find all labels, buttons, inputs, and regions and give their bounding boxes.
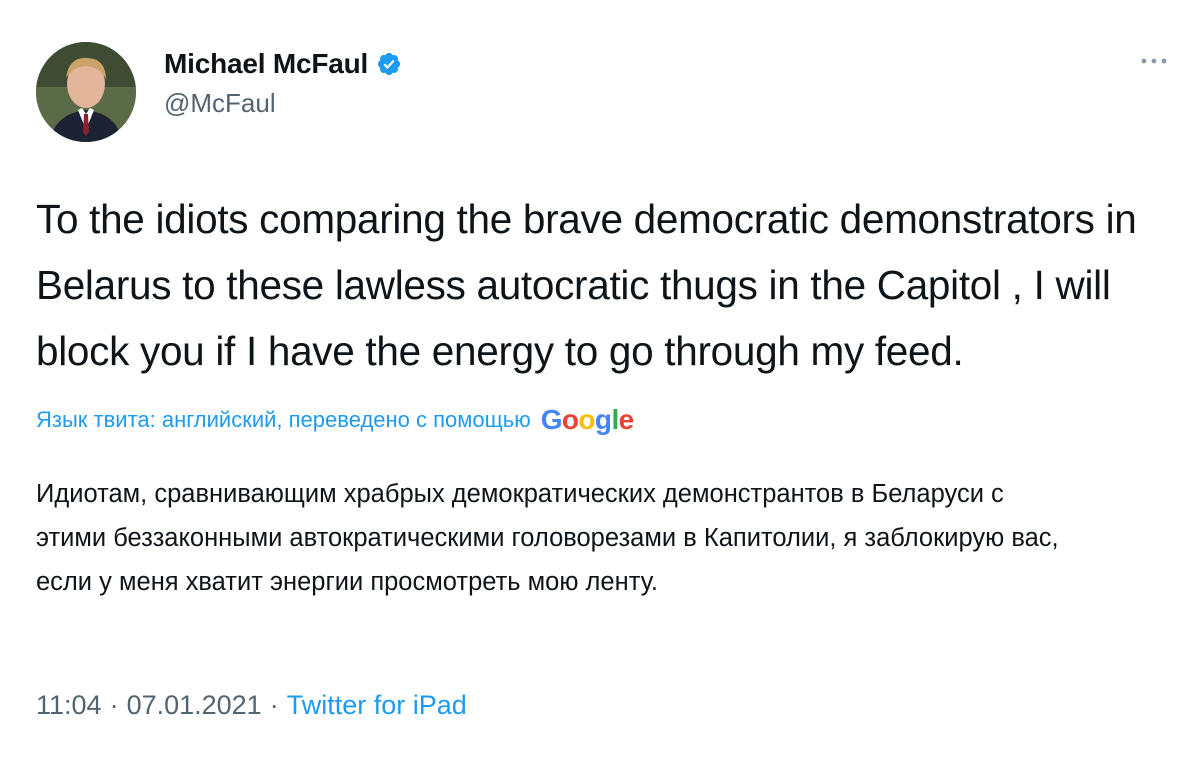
translation-attribution[interactable]: Язык твита: английский, переведено с пом…: [36, 404, 634, 436]
google-logo: Google: [540, 404, 635, 435]
tweet-text: To the idiots comparing the brave democr…: [36, 196, 1137, 374]
meta-separator: ·: [109, 690, 119, 720]
author-handle[interactable]: @McFaul: [164, 88, 276, 119]
verified-badge-icon: [378, 52, 401, 76]
more-options-icon[interactable]: [1140, 55, 1168, 67]
avatar-photo: [36, 42, 136, 142]
meta-separator: ·: [269, 690, 279, 720]
author-display-name[interactable]: Michael McFaul: [164, 48, 368, 80]
tweet-metadata: 11:04 · 07.01.2021 · Twitter for iPad: [36, 690, 467, 721]
tweet-source-link[interactable]: Twitter for iPad: [287, 690, 467, 721]
tweet-time[interactable]: 11:04: [36, 690, 102, 721]
tweet-date[interactable]: 07.01.2021: [127, 690, 262, 721]
translated-text: Идиотам, сравнивающим храбрых демократич…: [36, 480, 1059, 596]
author-name-row[interactable]: Michael McFaul: [164, 48, 402, 80]
translation-label[interactable]: Язык твита: английский, переведено с пом…: [36, 407, 531, 433]
avatar[interactable]: [36, 42, 136, 142]
